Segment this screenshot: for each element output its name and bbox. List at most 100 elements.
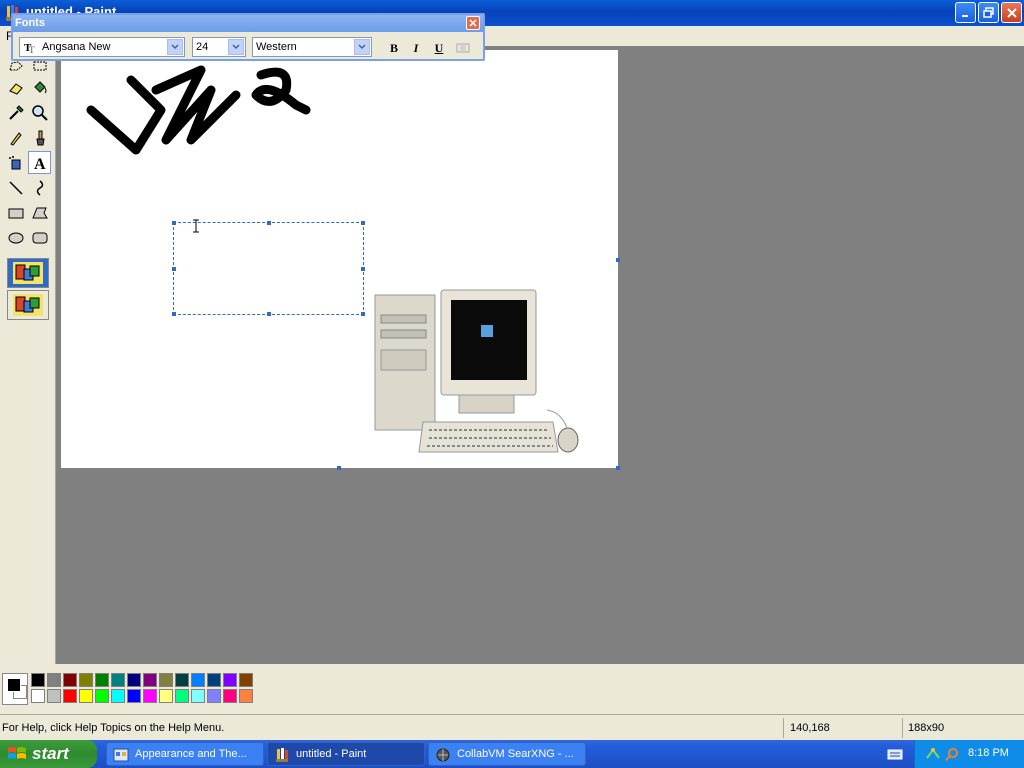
palette-swatch[interactable] [127, 673, 141, 687]
text-tool[interactable]: A [28, 151, 51, 174]
chevron-down-icon [171, 44, 179, 50]
system-tray: 8:18 PM [914, 740, 1024, 768]
palette-swatch[interactable] [207, 673, 221, 687]
palette-swatch[interactable] [207, 689, 221, 703]
palette-swatch[interactable] [63, 673, 77, 687]
taskbar-clock: 8:18 PM [968, 747, 1009, 759]
drawing-canvas[interactable] [61, 50, 618, 468]
minimize-button[interactable] [955, 2, 976, 23]
bold-button[interactable]: B [385, 39, 403, 57]
palette-swatch[interactable] [159, 689, 173, 703]
transparent-shapes-icon [13, 294, 43, 316]
palette-swatch[interactable] [239, 673, 253, 687]
font-script-select[interactable]: Western [252, 37, 372, 57]
eyedropper-icon [8, 104, 24, 120]
chevron-down-icon [358, 44, 366, 50]
palette-swatch[interactable] [159, 673, 173, 687]
palette-swatch[interactable] [175, 673, 189, 687]
magnifier-tool[interactable] [28, 101, 51, 124]
curve-icon [36, 179, 43, 196]
taskbar-item-label: Appearance and The... [135, 748, 247, 760]
text-box-selection[interactable] [172, 219, 365, 316]
taskbar-item-appearance[interactable]: Appearance and The... [106, 742, 264, 766]
fonts-toolbar-close-button[interactable] [466, 16, 480, 30]
underline-button[interactable]: U [430, 39, 448, 57]
taskbar-item-paint[interactable]: untitled - Paint [267, 742, 425, 766]
palette-swatch[interactable] [111, 673, 125, 687]
ellipse-tool[interactable] [4, 226, 27, 249]
font-name-dropdown-arrow[interactable] [167, 39, 183, 55]
fonts-toolbar-title[interactable]: Fonts [13, 15, 483, 32]
palette-swatch[interactable] [95, 673, 109, 687]
foreground-color-indicator [7, 678, 21, 692]
palette-swatch[interactable] [143, 689, 157, 703]
palette-swatch[interactable] [31, 673, 45, 687]
curve-tool[interactable] [28, 176, 51, 199]
font-name-select[interactable]: TT Angsana New [19, 37, 185, 57]
palette-swatch[interactable] [239, 689, 253, 703]
eraser-icon [8, 82, 23, 95]
palette-swatch[interactable] [127, 689, 141, 703]
network-icon[interactable] [925, 746, 941, 762]
control-panel-icon [113, 748, 129, 762]
palette-swatch[interactable] [31, 689, 45, 703]
polygon-tool[interactable] [28, 201, 51, 224]
palette-swatch[interactable] [223, 689, 237, 703]
status-help-text: For Help, click Help Topics on the Help … [2, 722, 225, 734]
line-icon [8, 180, 23, 195]
taskbar-item-collabvm[interactable]: CollabVM SearXNG - ... [428, 742, 586, 766]
palette-swatch[interactable] [143, 673, 157, 687]
palette-swatch[interactable] [95, 689, 109, 703]
font-script-dropdown-arrow[interactable] [354, 39, 370, 55]
airbrush-tool[interactable] [4, 151, 27, 174]
palette-swatch[interactable] [191, 689, 205, 703]
canvas-resize-handle-right[interactable] [616, 258, 620, 262]
fonts-toolbar[interactable]: Fonts TT Angsana New 24 Western B I U [11, 13, 485, 61]
close-button[interactable] [1001, 2, 1022, 23]
rectangle-tool[interactable] [4, 201, 27, 224]
current-colors[interactable] [2, 673, 28, 705]
canvas-resize-handle-bottom[interactable] [337, 466, 341, 470]
italic-button[interactable]: I [407, 39, 425, 57]
palette-swatch[interactable] [191, 673, 205, 687]
text-cursor-icon [193, 219, 199, 233]
canvas-resize-handle-corner[interactable] [616, 466, 620, 470]
pencil-tool[interactable] [4, 126, 27, 149]
fill-tool[interactable] [28, 76, 51, 99]
font-size-dropdown-arrow[interactable] [228, 39, 244, 55]
taskbar-item-label: CollabVM SearXNG - ... [457, 748, 574, 760]
search-icon[interactable] [944, 746, 960, 762]
palette-swatch[interactable] [47, 673, 61, 687]
windows-flag-icon [8, 747, 26, 759]
restore-button[interactable] [978, 2, 999, 23]
computer-picture [374, 289, 579, 453]
eraser-tool[interactable] [4, 76, 27, 99]
palette-swatch[interactable] [79, 689, 93, 703]
truetype-font-icon: TT [24, 42, 35, 53]
opaque-shapes-icon [13, 262, 43, 284]
text-a-icon: A [34, 156, 46, 171]
browser-icon [436, 748, 450, 762]
font-size-select[interactable]: 24 [192, 37, 246, 57]
taskbar: start Appearance and The... untitled - P… [0, 740, 1024, 768]
close-icon [469, 19, 477, 27]
opaque-background-option[interactable] [7, 258, 49, 288]
palette-swatch[interactable] [223, 673, 237, 687]
vertical-text-button[interactable] [454, 39, 472, 57]
transparent-background-option[interactable] [7, 290, 49, 320]
palette-swatch[interactable] [175, 689, 189, 703]
airbrush-icon [8, 155, 20, 169]
keyboard-language-icon[interactable] [887, 748, 903, 760]
palette-swatch[interactable] [111, 689, 125, 703]
brush-icon [35, 130, 45, 145]
palette-swatch[interactable] [47, 689, 61, 703]
start-button[interactable]: start [0, 740, 97, 768]
pick-color-tool[interactable] [4, 101, 27, 124]
palette-swatch[interactable] [79, 673, 93, 687]
magnifier-icon [31, 104, 48, 121]
rounded-rectangle-tool[interactable] [28, 226, 51, 249]
brush-tool[interactable] [28, 126, 51, 149]
polygon-icon [31, 207, 48, 218]
line-tool[interactable] [4, 176, 27, 199]
palette-swatch[interactable] [63, 689, 77, 703]
